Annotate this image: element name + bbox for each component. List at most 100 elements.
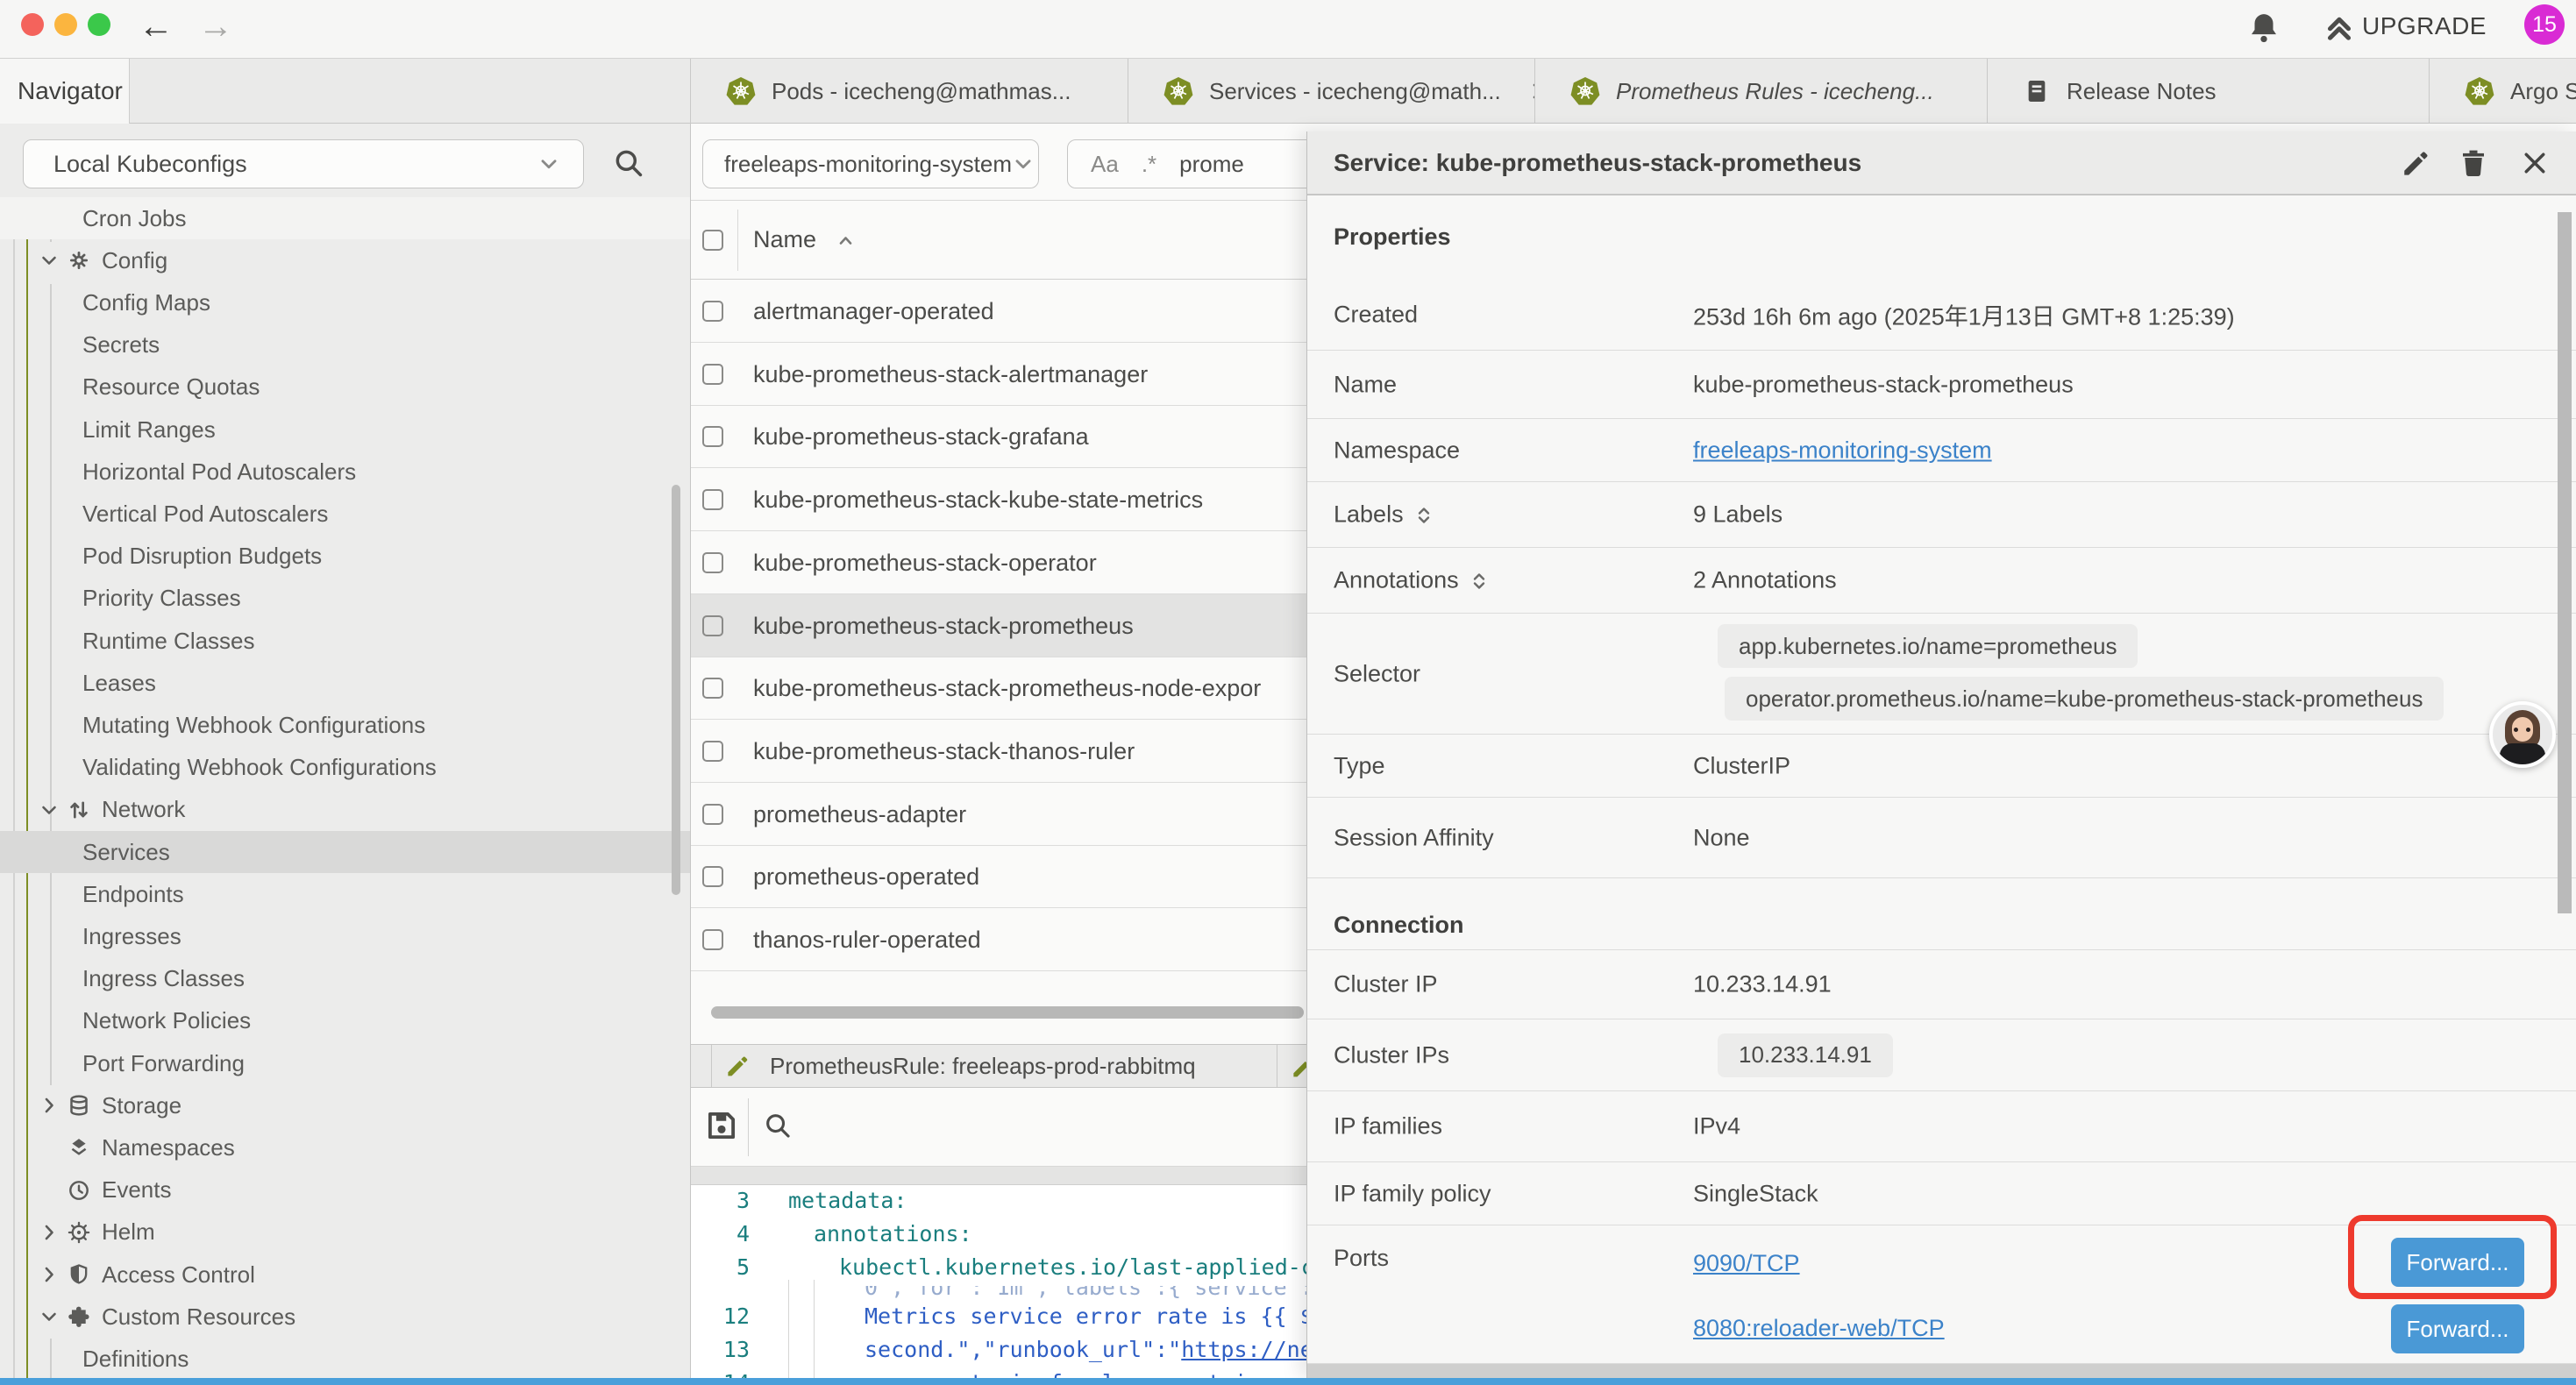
- chevron-right-icon[interactable]: [39, 1264, 60, 1285]
- port-link-9090-tcp[interactable]: 9090/TCP: [1693, 1250, 1800, 1277]
- sidebar-item-services[interactable]: Services: [0, 831, 690, 873]
- tab-prometheus-rules-icecheng[interactable]: Prometheus Rules - icecheng...: [1534, 59, 1987, 124]
- sidebar-item-config[interactable]: Config: [0, 239, 690, 281]
- expander-icon[interactable]: [1414, 505, 1434, 524]
- port-link-8080-reloader-web-tcp[interactable]: 8080:reloader-web/TCP: [1693, 1315, 1945, 1342]
- notifications-bell-icon[interactable]: [2246, 11, 2281, 46]
- row-checkbox[interactable]: [702, 866, 723, 887]
- table-row-prometheus-adapter[interactable]: prometheus-adapter: [691, 783, 1306, 846]
- expander-icon[interactable]: [1469, 571, 1489, 590]
- property-value: IPv4: [1693, 1113, 1740, 1140]
- runbook-url-link[interactable]: https://net: [1181, 1337, 1306, 1362]
- sidebar-item-ingress-classes[interactable]: Ingress Classes: [0, 958, 690, 1000]
- chevron-down-icon[interactable]: [39, 1306, 60, 1327]
- tab-argo-se[interactable]: Argo Se: [2429, 59, 2576, 124]
- sidebar-item-runtime-classes[interactable]: Runtime Classes: [0, 620, 690, 662]
- namespace-link[interactable]: freeleaps-monitoring-system: [1693, 437, 1992, 464]
- tab-services-icecheng-math[interactable]: Services - icecheng@math...: [1128, 59, 1534, 124]
- table-row-kube-prometheus-stack-kube-state-metrics[interactable]: kube-prometheus-stack-kube-state-metrics: [691, 468, 1306, 531]
- table-row-kube-prometheus-stack-thanos-ruler[interactable]: kube-prometheus-stack-thanos-ruler: [691, 720, 1306, 783]
- avatar[interactable]: [2489, 701, 2556, 768]
- save-icon[interactable]: [703, 1107, 740, 1144]
- delete-trash-icon[interactable]: [2458, 147, 2489, 179]
- tab-pods-icecheng-mathmas[interactable]: Pods - icecheng@mathmas...: [690, 59, 1128, 124]
- row-checkbox[interactable]: [702, 489, 723, 510]
- sidebar-item-network[interactable]: Network: [0, 789, 690, 831]
- sidebar-item-events[interactable]: Events: [0, 1169, 690, 1211]
- select-all-checkbox[interactable]: [702, 230, 723, 251]
- row-checkbox[interactable]: [702, 804, 723, 825]
- services-horizontal-scrollbar[interactable]: [711, 1006, 1304, 1019]
- sidebar-item-storage[interactable]: Storage: [0, 1084, 690, 1126]
- sidebar-item-network-policies[interactable]: Network Policies: [0, 1000, 690, 1042]
- table-row-thanos-ruler-operated[interactable]: thanos-ruler-operated: [691, 908, 1306, 971]
- drawer-bottom-scrollbar-track[interactable]: [1307, 1364, 2576, 1378]
- row-checkbox[interactable]: [702, 552, 723, 573]
- close-window-button[interactable]: [21, 13, 44, 36]
- sidebar-item-pod-disruption-budgets[interactable]: Pod Disruption Budgets: [0, 536, 690, 578]
- row-checkbox[interactable]: [702, 678, 723, 699]
- sidebar-item-access-control[interactable]: Access Control: [0, 1254, 690, 1296]
- namespace-filter-select[interactable]: freeleaps-monitoring-system: [702, 139, 1039, 188]
- editor-tab-prometheusrule[interactable]: PrometheusRule: freeleaps-prod-rabbitmq: [711, 1045, 1277, 1087]
- editor-search-icon[interactable]: [763, 1111, 793, 1140]
- sidebar-item-leases[interactable]: Leases: [0, 662, 690, 704]
- sidebar-item-vertical-pod-autoscalers[interactable]: Vertical Pod Autoscalers: [0, 493, 690, 535]
- sidebar-item-limit-ranges[interactable]: Limit Ranges: [0, 408, 690, 451]
- sidebar-item-secrets[interactable]: Secrets: [0, 324, 690, 366]
- sidebar-item-namespaces[interactable]: Namespaces: [0, 1126, 690, 1168]
- navigator-scrollbar[interactable]: [672, 485, 680, 895]
- tab-release-notes[interactable]: Release Notes: [1987, 59, 2429, 124]
- sidebar-item-config-maps[interactable]: Config Maps: [0, 281, 690, 323]
- table-row-alertmanager-operated[interactable]: alertmanager-operated: [691, 280, 1306, 343]
- sidebar-item-helm[interactable]: Helm: [0, 1211, 690, 1254]
- name-column-header[interactable]: Name: [753, 226, 816, 253]
- close-icon[interactable]: [2519, 147, 2551, 179]
- sidebar-item-custom-resources[interactable]: Custom Resources: [0, 1296, 690, 1338]
- yaml-editor[interactable]: 3metadata:4annotations:5kubectl.kubernet…: [691, 1185, 1306, 1378]
- sidebar-item-horizontal-pod-autoscalers[interactable]: Horizontal Pod Autoscalers: [0, 451, 690, 493]
- table-row-kube-prometheus-stack-alertmanager[interactable]: kube-prometheus-stack-alertmanager: [691, 343, 1306, 406]
- table-row-kube-prometheus-stack-grafana[interactable]: kube-prometheus-stack-grafana: [691, 405, 1306, 468]
- minimize-window-button[interactable]: [54, 13, 77, 36]
- table-row-prometheus-operated[interactable]: prometheus-operated: [691, 845, 1306, 908]
- chevron-right-icon[interactable]: [39, 1222, 60, 1243]
- table-row-kube-prometheus-stack-prometheus-node-expor[interactable]: kube-prometheus-stack-prometheus-node-ex…: [691, 657, 1306, 720]
- forward-button[interactable]: →: [198, 5, 233, 47]
- row-checkbox[interactable]: [702, 615, 723, 636]
- sidebar-item-definitions[interactable]: Definitions: [0, 1338, 690, 1378]
- chevron-down-icon[interactable]: [39, 250, 60, 271]
- zoom-window-button[interactable]: [88, 13, 110, 36]
- forward-button[interactable]: Forward...: [2391, 1304, 2524, 1353]
- sidebar-item-ingresses[interactable]: Ingresses: [0, 915, 690, 957]
- editor-tab-next[interactable]: [1290, 1054, 1306, 1080]
- sidebar-item-priority-classes[interactable]: Priority Classes: [0, 578, 690, 620]
- chevron-down-icon[interactable]: [39, 799, 60, 820]
- sidebar-item-mutating-webhook-configurations[interactable]: Mutating Webhook Configurations: [0, 704, 690, 746]
- table-row-kube-prometheus-stack-operator[interactable]: kube-prometheus-stack-operator: [691, 531, 1306, 594]
- upgrade-icon[interactable]: [2323, 12, 2355, 44]
- sidebar-item-resource-quotas[interactable]: Resource Quotas: [0, 366, 690, 408]
- edit-pencil-icon[interactable]: [2400, 147, 2431, 179]
- row-checkbox[interactable]: [702, 364, 723, 385]
- sidebar-item-port-forwarding[interactable]: Port Forwarding: [0, 1042, 690, 1084]
- navigator-panel-tab[interactable]: Navigator: [0, 59, 130, 124]
- back-button[interactable]: ←: [139, 5, 174, 47]
- sidebar-item-cron-jobs[interactable]: Cron Jobs: [0, 197, 690, 239]
- notification-count-badge[interactable]: 15: [2524, 4, 2565, 45]
- row-checkbox[interactable]: [702, 741, 723, 762]
- chevron-right-icon[interactable]: [39, 1095, 60, 1116]
- regex-toggle[interactable]: .*: [1142, 151, 1156, 178]
- navigator-search-icon[interactable]: [612, 146, 645, 180]
- upgrade-button[interactable]: UPGRADE: [2362, 12, 2487, 40]
- row-checkbox[interactable]: [702, 929, 723, 950]
- row-checkbox[interactable]: [702, 426, 723, 447]
- drawer-scrollbar[interactable]: [2558, 212, 2572, 913]
- row-checkbox[interactable]: [702, 301, 723, 322]
- table-row-kube-prometheus-stack-prometheus[interactable]: kube-prometheus-stack-prometheus: [691, 594, 1306, 657]
- match-case-toggle[interactable]: Aa: [1091, 151, 1119, 178]
- sidebar-item-endpoints[interactable]: Endpoints: [0, 873, 690, 915]
- kubeconfig-selector[interactable]: Local Kubeconfigs: [23, 139, 584, 188]
- services-search-input[interactable]: Aa .* prome: [1067, 139, 1306, 188]
- sidebar-item-validating-webhook-configurations[interactable]: Validating Webhook Configurations: [0, 747, 690, 789]
